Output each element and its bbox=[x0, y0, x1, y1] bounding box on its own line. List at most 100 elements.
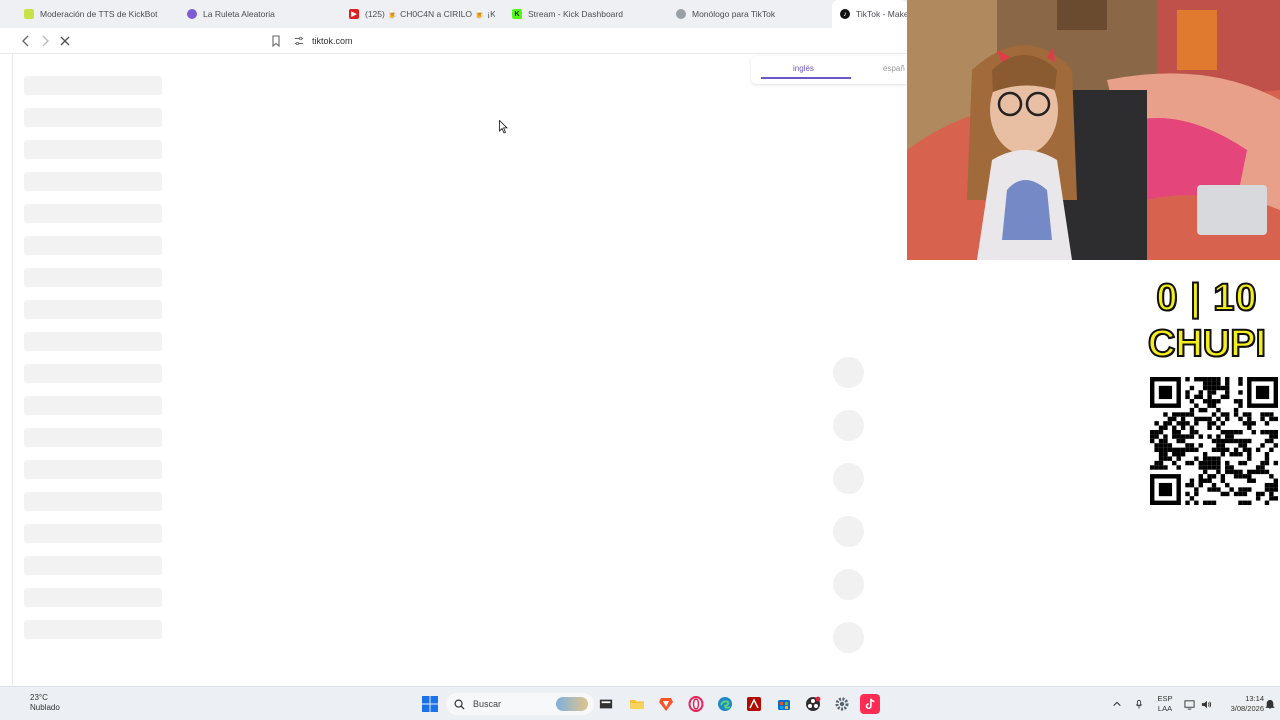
tab-ruleta[interactable]: La Ruleta Aleatoria bbox=[187, 0, 337, 28]
store-button[interactable] bbox=[774, 694, 794, 714]
opera-browser-button[interactable] bbox=[686, 694, 706, 714]
chevron-up-icon bbox=[1113, 701, 1121, 707]
brave-lion-icon bbox=[659, 698, 673, 711]
monitor-network-icon bbox=[1183, 699, 1195, 710]
globe-favicon-icon bbox=[676, 9, 686, 19]
skeleton-row bbox=[24, 556, 162, 575]
tab-title: TikTok - Make bbox=[856, 9, 907, 19]
tab-tiktok[interactable]: ♪ TikTok - Make bbox=[832, 0, 907, 28]
tab-monologo[interactable]: Monólogo para TikTok bbox=[676, 0, 826, 28]
acrobat-button[interactable] bbox=[744, 694, 764, 714]
stop-loading-button[interactable] bbox=[57, 33, 73, 49]
language-switcher: inglés españ bbox=[751, 56, 911, 84]
ruleta-favicon-icon bbox=[187, 9, 197, 19]
qr-code-image bbox=[1150, 377, 1278, 505]
skeleton-row bbox=[24, 396, 162, 415]
show-hidden-icons-button[interactable] bbox=[1109, 694, 1125, 714]
skeleton-row bbox=[24, 236, 162, 255]
tiktok-live-studio-button[interactable] bbox=[860, 694, 880, 714]
skeleton-action-circle bbox=[833, 410, 864, 441]
windows-taskbar: 23°C Nublado Buscar ESP LAA 13:14 3/08/2… bbox=[0, 686, 1280, 720]
volume-button[interactable] bbox=[1198, 694, 1214, 714]
back-button[interactable] bbox=[18, 33, 34, 49]
start-button[interactable] bbox=[420, 694, 440, 714]
gear-icon bbox=[835, 697, 849, 711]
skeleton-row bbox=[24, 204, 162, 223]
tab-youtube[interactable]: ▶ (125) 🍺 CH0C4N a CIRILO 🍺 ¡KGAI bbox=[349, 0, 495, 28]
opera-icon bbox=[688, 696, 704, 712]
close-icon bbox=[60, 36, 70, 46]
bell-icon bbox=[1265, 699, 1275, 709]
tab-kick-dashboard[interactable]: K Stream - Kick Dashboard bbox=[512, 0, 662, 28]
brave-browser-button[interactable] bbox=[656, 694, 676, 714]
weather-widget[interactable]: 23°C Nublado bbox=[30, 693, 60, 713]
webcam-image bbox=[907, 0, 1280, 260]
forward-arrow-icon bbox=[42, 35, 49, 47]
tiktok-page: inglés españ bbox=[12, 54, 911, 686]
mouse-cursor-icon bbox=[499, 120, 508, 134]
notifications-button[interactable] bbox=[1263, 694, 1277, 714]
search-highlight-icon bbox=[556, 697, 588, 711]
youtube-favicon-icon: ▶ bbox=[349, 9, 359, 19]
stream-counter-overlay: 0 | 10 CHUPI bbox=[1138, 275, 1276, 367]
keyboard-layout: LAA bbox=[1157, 704, 1173, 713]
windows-logo-icon bbox=[422, 696, 438, 712]
skeleton-row bbox=[24, 268, 162, 287]
clock[interactable]: 13:14 3/08/2026 bbox=[1226, 694, 1264, 714]
edge-browser-button[interactable] bbox=[715, 694, 735, 714]
back-arrow-icon bbox=[22, 35, 29, 47]
active-tab-indicator bbox=[761, 77, 851, 79]
tiktok-favicon-icon: ♪ bbox=[840, 9, 850, 19]
search-placeholder: Buscar bbox=[473, 699, 502, 709]
clock-date: 3/08/2026 bbox=[1230, 704, 1264, 713]
clock-time: 13:14 bbox=[1245, 694, 1264, 703]
browser-tab-strip: Moderación de TTS de KickBot La Ruleta A… bbox=[0, 0, 907, 28]
skeleton-row bbox=[24, 300, 162, 319]
skeleton-row bbox=[24, 588, 162, 607]
counter-score: 0 | 10 bbox=[1155, 276, 1258, 320]
bookmark-icon bbox=[272, 35, 280, 47]
skeleton-action-circle bbox=[833, 357, 864, 388]
skeleton-action-circle bbox=[833, 516, 864, 547]
settings-button[interactable] bbox=[832, 694, 852, 714]
language-tab-english[interactable]: inglés bbox=[793, 64, 814, 73]
store-bag-icon bbox=[778, 700, 790, 710]
bookmark-button[interactable] bbox=[268, 33, 284, 49]
microphone-icon bbox=[1135, 699, 1143, 709]
network-button[interactable] bbox=[1181, 694, 1197, 714]
search-icon bbox=[454, 699, 465, 710]
microphone-button[interactable] bbox=[1131, 694, 1147, 714]
taskbar-search[interactable]: Buscar bbox=[446, 693, 594, 715]
tab-kickbot-tts[interactable]: Moderación de TTS de KickBot bbox=[24, 0, 174, 28]
kickbot-favicon-icon bbox=[24, 9, 34, 19]
url-text: tiktok.com bbox=[312, 36, 353, 46]
tiktok-note-icon bbox=[865, 698, 875, 710]
language-tab-spanish[interactable]: españ bbox=[883, 64, 905, 73]
skeleton-row bbox=[24, 620, 162, 639]
folder-icon bbox=[630, 700, 644, 709]
skeleton-row bbox=[24, 364, 162, 383]
task-view-button[interactable] bbox=[596, 694, 616, 714]
skeleton-row bbox=[24, 108, 162, 127]
pdf-icon bbox=[747, 697, 761, 711]
forward-button[interactable] bbox=[37, 33, 53, 49]
address-bar[interactable]: tiktok.com bbox=[294, 32, 894, 50]
skeleton-row bbox=[24, 172, 162, 191]
tab-title: La Ruleta Aleatoria bbox=[203, 9, 275, 19]
skeleton-action-circle bbox=[833, 463, 864, 494]
skeleton-row bbox=[24, 140, 162, 159]
weather-temperature: 23°C bbox=[30, 693, 48, 702]
input-language-indicator[interactable]: ESP LAA bbox=[1152, 694, 1178, 714]
file-explorer-button[interactable] bbox=[627, 694, 647, 714]
obs-button[interactable] bbox=[803, 694, 823, 714]
skeleton-row bbox=[24, 460, 162, 479]
tab-title: Stream - Kick Dashboard bbox=[528, 9, 623, 19]
skeleton-row bbox=[24, 524, 162, 543]
language-code: ESP bbox=[1157, 694, 1173, 703]
skeleton-row bbox=[24, 76, 162, 95]
screen: Moderación de TTS de KickBot La Ruleta A… bbox=[0, 0, 1280, 720]
kick-favicon-icon: K bbox=[512, 9, 522, 19]
weather-condition: Nublado bbox=[30, 703, 60, 712]
site-settings-icon[interactable] bbox=[294, 36, 304, 46]
counter-label: CHUPI bbox=[1147, 322, 1267, 366]
